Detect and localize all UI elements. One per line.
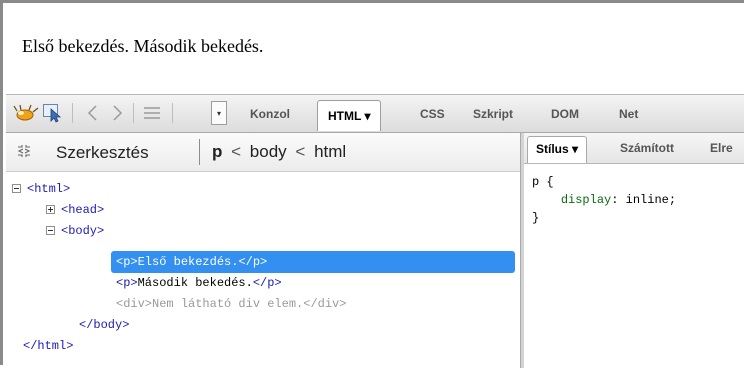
side-panel-tabs: Stílus ▾ Számított Elre [524, 133, 744, 164]
firebug-toolbar: ▾ Konzol HTML ▾ CSS Szkript DOM Net [6, 95, 744, 133]
tree-row-p-selected[interactable]: <p>Első bekezdés.</p> [116, 252, 267, 272]
tab-html[interactable]: HTML ▾ [317, 100, 382, 131]
tree-row-body-close[interactable]: </body> [79, 315, 129, 335]
devtools-window: Első bekezdés. Második bekedés. ▾ Konzol… [0, 0, 744, 368]
lines-icon[interactable] [139, 101, 165, 125]
tree-row-p[interactable]: <p>Második bekedés.</p> [116, 273, 282, 293]
menu-arrow-icon[interactable]: ▾ [211, 101, 227, 125]
tag-close: </body> [79, 318, 130, 332]
breadcrumb-item-html[interactable]: html [314, 142, 346, 161]
breadcrumb: Szerkesztés p < body < html [6, 133, 520, 172]
tag-open: <p> [116, 276, 138, 290]
tag-open: <head> [61, 203, 105, 217]
tree-row-body[interactable]: <body> [46, 221, 104, 241]
breadcrumb-item-p[interactable]: p [212, 142, 222, 161]
expand-arrows-icon[interactable] [16, 143, 32, 159]
tab-szkript[interactable]: Szkript [473, 107, 513, 121]
breadcrumb-separator: < [231, 142, 242, 161]
inspect-icon[interactable] [40, 101, 66, 125]
css-rule: p { display: inline; } [532, 175, 677, 225]
tab-net[interactable]: Net [619, 107, 638, 121]
expand-toggle-icon[interactable] [46, 205, 55, 214]
css-value[interactable]: inline; [626, 193, 676, 207]
breadcrumb-divider [199, 139, 200, 165]
tab-szamitott[interactable]: Számított [620, 141, 674, 155]
tab-konzol[interactable]: Konzol [250, 107, 290, 121]
css-property[interactable]: display [561, 193, 611, 207]
css-close: } [532, 211, 540, 225]
tag-open: <div> [116, 297, 153, 311]
back-icon[interactable] [82, 101, 104, 125]
tag-open: <html> [27, 182, 71, 196]
tag-close: </html> [23, 339, 74, 353]
tag-text: Nem látható div elem. [152, 297, 304, 311]
collapse-toggle-icon[interactable] [12, 184, 21, 193]
tree-row-head[interactable]: <head> [46, 200, 104, 220]
toolbar-separator [172, 103, 173, 123]
toolbar-separator [72, 103, 73, 123]
tag-text: Második bekedés. [137, 276, 253, 290]
tag-close: </div> [303, 297, 347, 311]
collapse-toggle-icon[interactable] [46, 226, 55, 235]
tag-open: <body> [61, 224, 105, 238]
tag-open: <p> [116, 255, 138, 269]
breadcrumb-separator: < [295, 142, 306, 161]
tree-row-html[interactable]: <html> [12, 179, 70, 199]
tab-stilus[interactable]: Stílus ▾ [527, 136, 588, 163]
side-panel: Stílus ▾ Számított Elre p { display: inl… [521, 133, 744, 368]
breadcrumb-item-body[interactable]: body [250, 142, 287, 161]
tab-css[interactable]: CSS [420, 107, 445, 121]
html-panel: Szerkesztés p < body < html <html> <head… [6, 133, 521, 368]
firebug-icon[interactable] [12, 101, 40, 125]
tab-dom[interactable]: DOM [551, 107, 579, 121]
tag-close: </p> [238, 255, 268, 269]
css-selector[interactable]: p { [532, 175, 554, 189]
tab-elrendezes[interactable]: Elre [710, 141, 733, 155]
tree-row-html-close[interactable]: </html> [23, 336, 73, 356]
tag-close: </p> [252, 276, 282, 290]
forward-icon[interactable] [106, 101, 128, 125]
breadcrumb-path: p < body < html [212, 142, 346, 162]
page-preview: Első bekezdés. Második bekedés. [6, 6, 744, 95]
tree-row-div-hidden[interactable]: <div>Nem látható div elem.</div> [116, 294, 346, 314]
preview-text: Első bekezdés. Második bekedés. [22, 36, 264, 56]
toolbar-separator [133, 103, 134, 123]
edit-button[interactable]: Szerkesztés [56, 143, 149, 163]
tag-text: Első bekezdés. [137, 255, 239, 269]
